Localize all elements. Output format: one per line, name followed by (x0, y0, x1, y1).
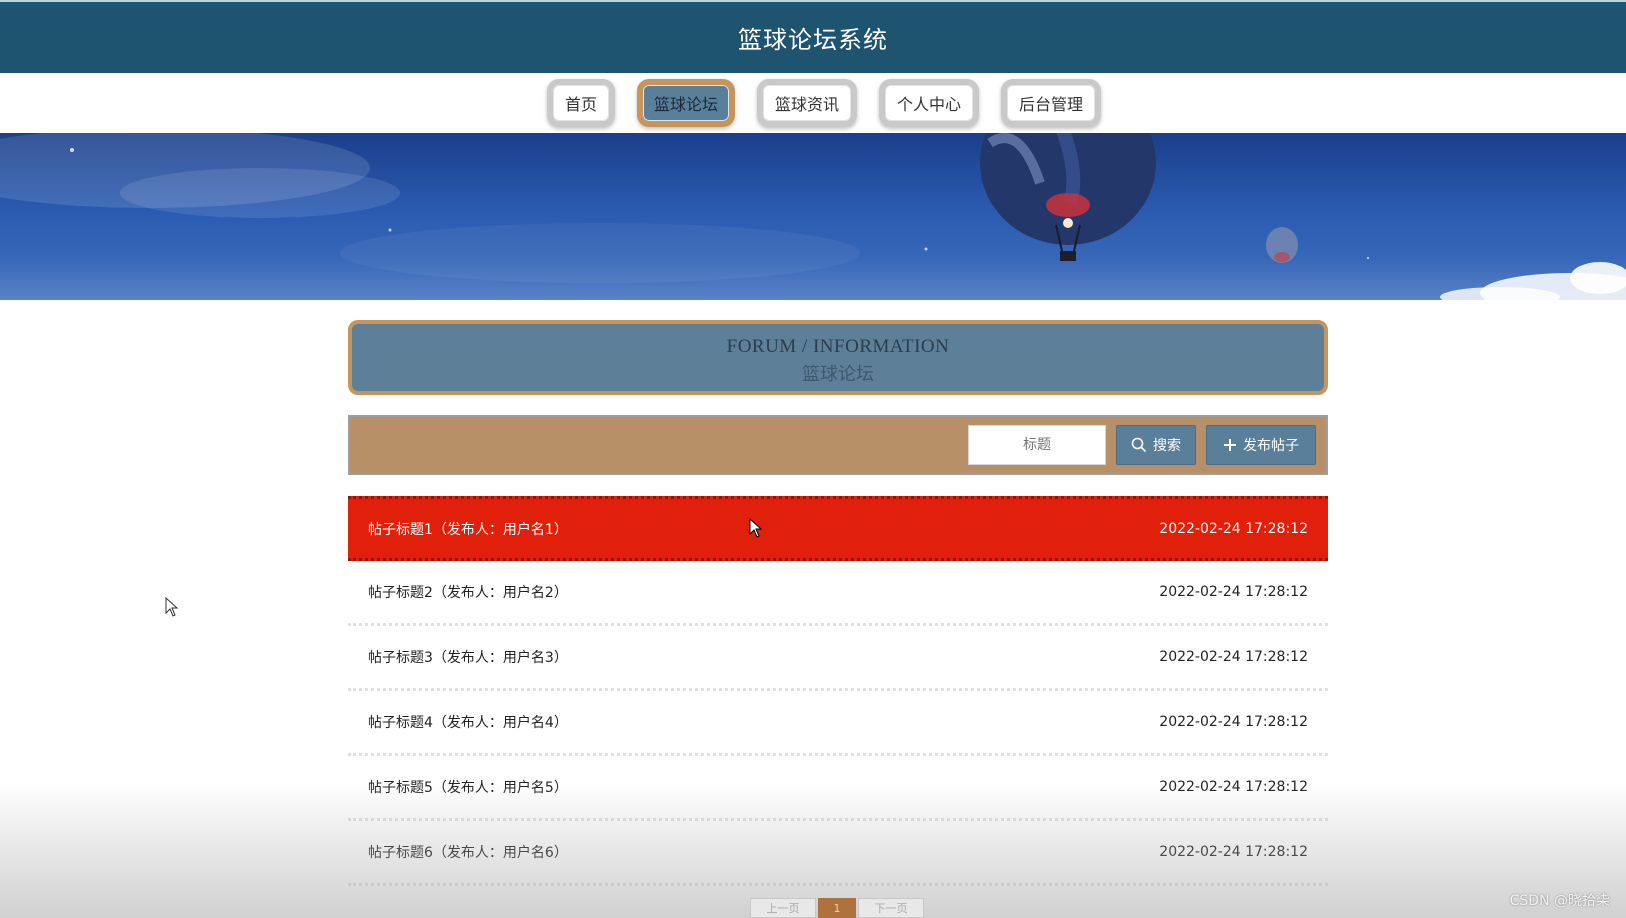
search-button-label: 搜索 (1153, 438, 1181, 454)
current-page-button[interactable]: 1 (818, 898, 856, 918)
post-list: 帖子标题1（发布人：用户名1） 2022-02-24 17:28:12 帖子标题… (348, 496, 1328, 886)
nav-item-home[interactable]: 首页 (547, 79, 615, 127)
list-item[interactable]: 帖子标题1（发布人：用户名1） 2022-02-24 17:28:12 (348, 496, 1328, 561)
publish-post-label: 发布帖子 (1243, 438, 1299, 454)
section-title-cn: 篮球论坛 (802, 364, 874, 384)
watermark: CSDN @晓拾柒 (1509, 893, 1610, 909)
search-button[interactable]: 搜索 (1116, 425, 1196, 465)
section-title-en: FORUM / INFORMATION (726, 336, 950, 357)
mouse-cursor-icon (749, 518, 763, 538)
site-header: 篮球论坛系统 (0, 0, 1626, 73)
post-time: 2022-02-24 17:28:12 (1159, 649, 1308, 665)
post-time: 2022-02-24 17:28:12 (1159, 584, 1308, 600)
site-title: 篮球论坛系统 (738, 26, 888, 54)
list-item[interactable]: 帖子标题5（发布人：用户名5） 2022-02-24 17:28:12 (348, 756, 1328, 821)
next-page-button[interactable]: 下一页 (858, 898, 924, 918)
pagination: 上一页 1 下一页 (750, 898, 924, 918)
nav-item-news[interactable]: 篮球资讯 (757, 79, 857, 127)
plus-icon (1224, 439, 1236, 451)
title-search-input[interactable] (968, 425, 1106, 465)
nav-item-personal-center[interactable]: 个人中心 (879, 79, 979, 127)
page: 篮球论坛系统 首页 篮球论坛 篮球资讯 个人中心 后台管理 FORUM / IN… (0, 0, 1626, 918)
post-title: 帖子标题5（发布人：用户名5） (368, 780, 568, 796)
banner-illustration (0, 133, 1626, 300)
search-toolbar: 搜索 发布帖子 (348, 415, 1328, 475)
post-time: 2022-02-24 17:28:12 (1159, 779, 1308, 795)
list-item[interactable]: 帖子标题4（发布人：用户名4） 2022-02-24 17:28:12 (348, 691, 1328, 756)
post-title: 帖子标题6（发布人：用户名6） (368, 845, 568, 861)
hero-banner (0, 133, 1626, 300)
mouse-cursor-icon (165, 597, 179, 617)
post-title: 帖子标题3（发布人：用户名3） (368, 650, 568, 666)
list-item[interactable]: 帖子标题3（发布人：用户名3） 2022-02-24 17:28:12 (348, 626, 1328, 691)
post-time: 2022-02-24 17:28:12 (1159, 520, 1308, 537)
post-time: 2022-02-24 17:28:12 (1159, 714, 1308, 730)
post-title: 帖子标题4（发布人：用户名4） (368, 715, 568, 731)
publish-post-button[interactable]: 发布帖子 (1206, 425, 1316, 465)
nav-item-forum[interactable]: 篮球论坛 (637, 79, 735, 127)
section-title-box: FORUM / INFORMATION 篮球论坛 (348, 320, 1328, 395)
prev-page-button[interactable]: 上一页 (750, 898, 816, 918)
list-item[interactable]: 帖子标题2（发布人：用户名2） 2022-02-24 17:28:12 (348, 561, 1328, 626)
post-title: 帖子标题1（发布人：用户名1） (368, 521, 568, 538)
search-icon (1131, 437, 1147, 453)
list-item[interactable]: 帖子标题6（发布人：用户名6） 2022-02-24 17:28:12 (348, 821, 1328, 886)
post-time: 2022-02-24 17:28:12 (1159, 844, 1308, 860)
nav-item-admin[interactable]: 后台管理 (1001, 79, 1101, 127)
post-title: 帖子标题2（发布人：用户名2） (368, 585, 568, 601)
main-nav: 首页 篮球论坛 篮球资讯 个人中心 后台管理 (0, 73, 1626, 133)
